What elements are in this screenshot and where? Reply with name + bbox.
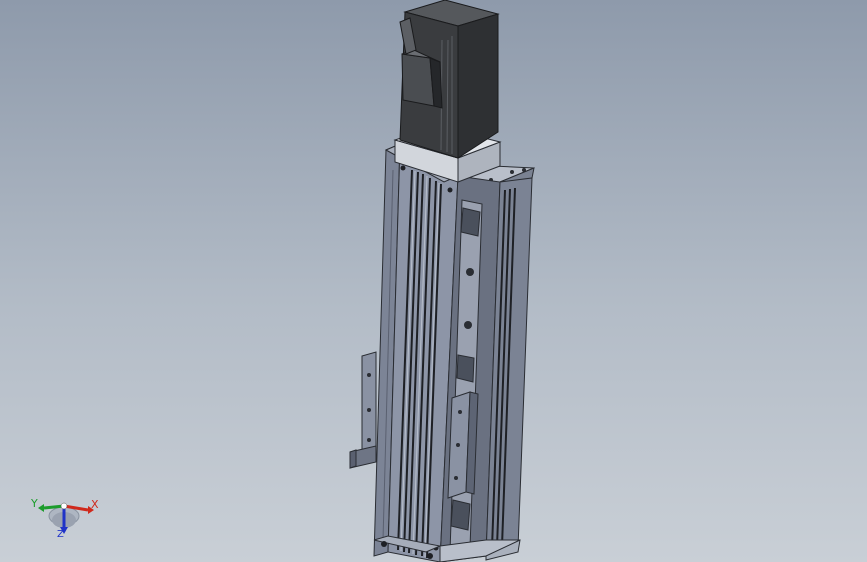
coordinate-triad[interactable]: Y X Z bbox=[28, 494, 108, 542]
3d-graphics-viewport[interactable]: Y X Z bbox=[0, 0, 867, 562]
linear-actuator-model[interactable] bbox=[0, 0, 867, 562]
x-axis-label: X bbox=[91, 498, 99, 511]
mounting-bracket-left bbox=[349, 351, 377, 469]
z-axis-label: Z bbox=[57, 529, 64, 540]
servo-motor[interactable] bbox=[399, 0, 500, 159]
carriage-block[interactable] bbox=[447, 391, 479, 499]
y-axis-label: Y bbox=[31, 497, 38, 510]
